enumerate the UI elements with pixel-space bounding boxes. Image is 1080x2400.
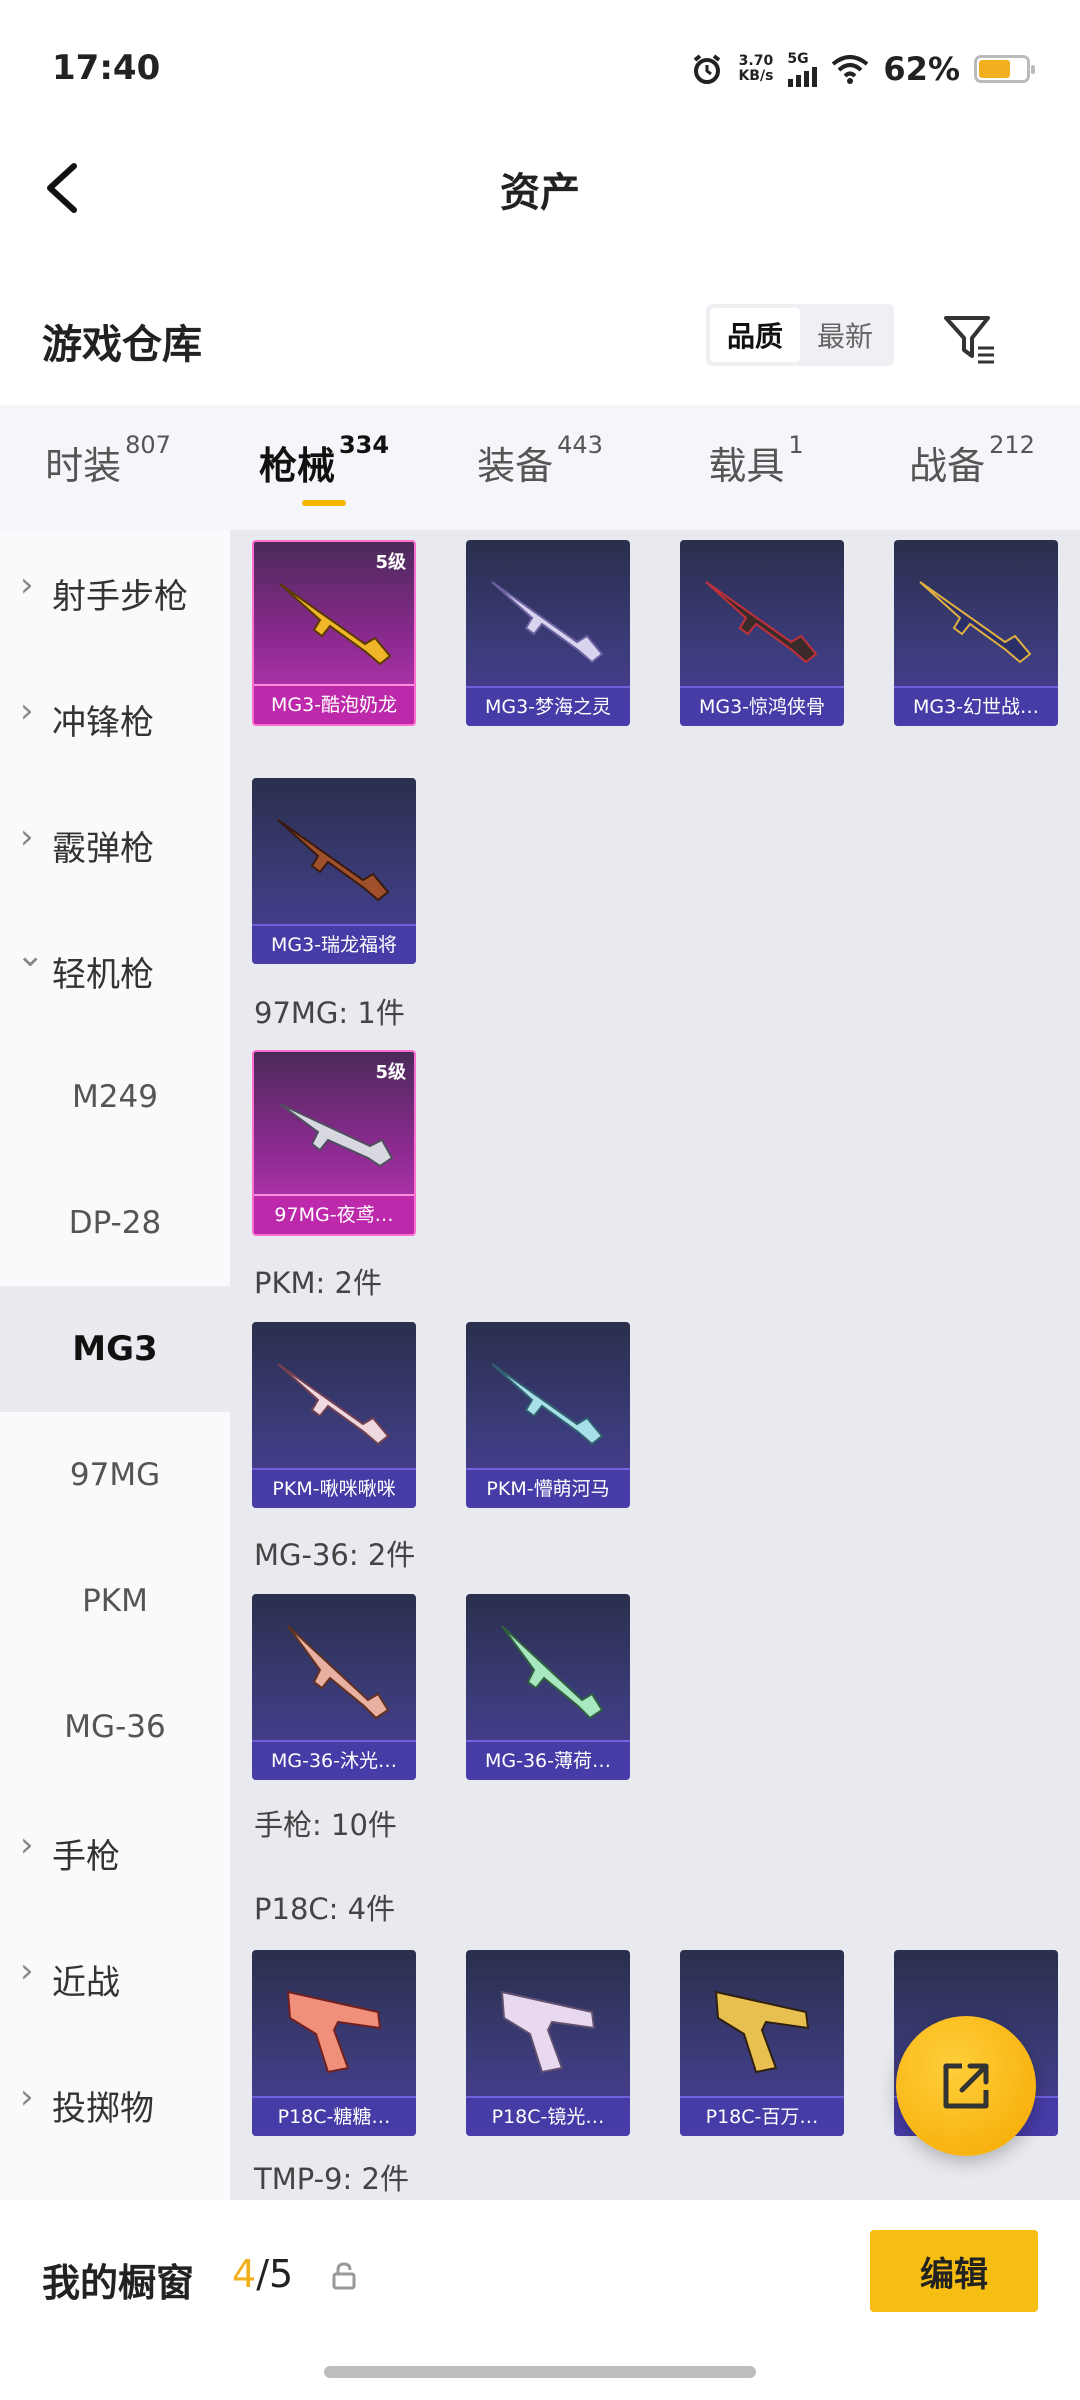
sidebar-item-pistol[interactable]: 手枪 (0, 1790, 230, 1916)
skin-card[interactable]: P18C-糖糖… (252, 1950, 416, 2136)
sidebar-item-lmg[interactable]: 轻机枪 (0, 908, 230, 1034)
sidebar-item-dp28[interactable]: DP-28 (0, 1160, 230, 1286)
skin-card[interactable]: MG-36-沐光… (252, 1594, 416, 1780)
sidebar-item-smg[interactable]: 冲锋枪 (0, 656, 230, 782)
section-pistol-count: 手枪: 10件 (254, 1808, 397, 1842)
skin-card[interactable]: MG3-瑞龙福将 (252, 778, 416, 964)
skin-card[interactable]: MG3-惊鸿侠骨 (680, 540, 844, 726)
weapon-skin-grid: 5级 MG3-酷泡奶龙 MG3-梦海之灵 MG3-惊鸿侠骨 MG3-幻世战… M… (230, 530, 1080, 2200)
skin-card[interactable]: MG-36-薄荷… (466, 1594, 630, 1780)
pistol-icon (286, 1990, 382, 2074)
filter-icon[interactable] (940, 310, 998, 368)
status-bar: 17:40 3.70 KB/s 5G 62% (0, 0, 1080, 140)
sort-newest-button[interactable]: 最新 (800, 308, 890, 362)
section-mg36-count: MG-36: 2件 (254, 1538, 416, 1572)
machine-gun-icon (705, 581, 818, 664)
home-indicator[interactable] (324, 2366, 756, 2378)
wifi-icon (832, 55, 869, 84)
alarm-icon (694, 54, 721, 84)
showcase-bar: 我的橱窗 4/5 编辑 (0, 2200, 1080, 2350)
section-pkm-count: PKM: 2件 (254, 1266, 382, 1300)
tab-vehicles[interactable]: 载具 1 (648, 405, 864, 530)
battery-icon (974, 55, 1035, 83)
status-icons: 3.70 KB/s 5G 62% (690, 50, 1035, 88)
showcase-count: 4/5 (232, 2252, 294, 2296)
sidebar-item-shotgun[interactable]: 霰弹枪 (0, 782, 230, 908)
machine-gun-icon (277, 819, 390, 902)
warehouse-header: 游戏仓库 品质 最新 (0, 290, 1080, 390)
sidebar-item-mg36[interactable]: MG-36 (0, 1664, 230, 1790)
machine-gun-icon (501, 1625, 604, 1720)
skin-card[interactable]: PKM-懵萌河马 (466, 1322, 630, 1508)
external-link-icon (943, 2063, 989, 2109)
section-97mg-count: 97MG: 1件 (254, 996, 405, 1030)
machine-gun-icon (919, 581, 1032, 664)
sidebar-item-mg3[interactable]: MG3 (0, 1286, 230, 1412)
cell-signal: 5G (787, 51, 818, 87)
machine-gun-icon (279, 583, 392, 666)
page-title: 资产 (500, 170, 580, 216)
sidebar-item-pkm[interactable]: PKM (0, 1538, 230, 1664)
sidebar-item-throwable[interactable]: 投掷物 (0, 2042, 230, 2168)
machine-gun-icon (287, 1625, 390, 1720)
top-bar: 资产 (0, 140, 1080, 240)
skin-card[interactable]: P18C-镜光… (466, 1950, 630, 2136)
showcase-label: 我的橱窗 (42, 2261, 195, 2305)
sidebar-item-m249[interactable]: M249 (0, 1034, 230, 1160)
machine-gun-icon (491, 581, 604, 664)
machine-gun-icon (491, 1363, 604, 1446)
pistol-icon (714, 1990, 810, 2074)
sidebar-item-dmr[interactable]: 射手步枪 (0, 530, 230, 656)
warehouse-label: 游戏仓库 (42, 322, 202, 368)
section-tmp9-count: TMP-9: 2件 (254, 2162, 409, 2196)
pistol-icon (500, 1990, 596, 2074)
skin-card[interactable]: PKM-啾咪啾咪 (252, 1322, 416, 1508)
machine-gun-icon (277, 1363, 390, 1446)
tab-weapons[interactable]: 枪械 334 (216, 405, 432, 530)
sort-toggle: 品质 最新 (706, 304, 894, 366)
sort-quality-button[interactable]: 品质 (710, 308, 800, 362)
share-button[interactable] (896, 2016, 1036, 2156)
sidebar-item-melee[interactable]: 近战 (0, 1916, 230, 2042)
signal-bars-icon (788, 67, 818, 87)
skin-card[interactable]: MG3-梦海之灵 (466, 540, 630, 726)
category-tabs: 时装 807 枪械 334 装备 443 载具 1 战备 212 (0, 405, 1080, 530)
lock-icon (332, 2262, 356, 2290)
skin-card[interactable]: P18C-百万… (680, 1950, 844, 2136)
tab-gear[interactable]: 战备 212 (864, 405, 1080, 530)
weapon-type-sidebar: 射手步枪 冲锋枪 霰弹枪 轻机枪 M249 DP-28 MG3 97MG PKM… (0, 530, 230, 2200)
tab-equipment[interactable]: 装备 443 (432, 405, 648, 530)
skin-card[interactable]: 5级 MG3-酷泡奶龙 (252, 540, 416, 726)
battery-percent: 62% (883, 50, 960, 88)
skin-card[interactable]: MG3-幻世战… (894, 540, 1058, 726)
tab-outfits[interactable]: 时装 807 (0, 405, 216, 530)
network-speed: 3.70 KB/s (738, 53, 774, 84)
sidebar-item-97mg[interactable]: 97MG (0, 1412, 230, 1538)
edit-button[interactable]: 编辑 (870, 2230, 1038, 2312)
section-p18c-count: P18C: 4件 (254, 1892, 396, 1926)
clock: 17:40 (52, 48, 161, 88)
machine-gun-icon (279, 1103, 394, 1168)
skin-card[interactable]: 5级 97MG-夜鸢… (252, 1050, 416, 1236)
